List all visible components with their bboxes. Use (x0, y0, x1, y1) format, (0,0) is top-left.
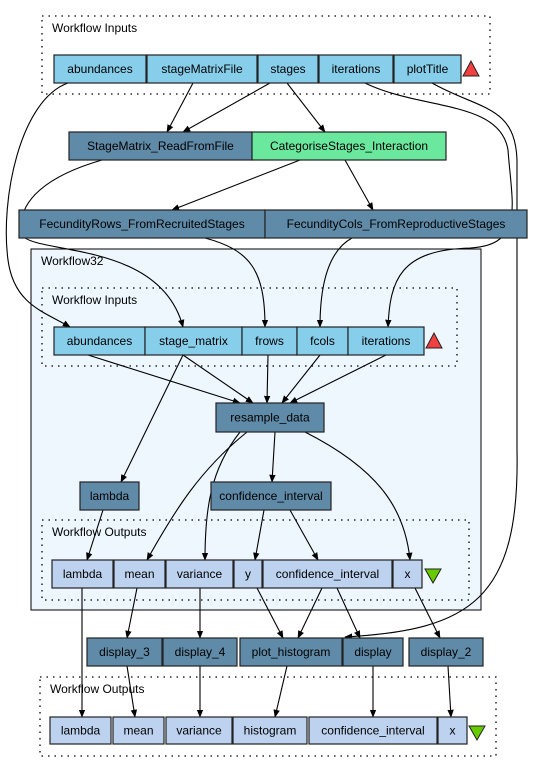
processor-categorisestages-interaction-label: CategoriseStages_Interaction (270, 139, 428, 153)
output-port-histogram[interactable]: histogram (232, 716, 308, 745)
nested-input-port-iterations[interactable]: iterations (347, 326, 425, 356)
input-port-stagematrixfile[interactable]: stageMatrixFile (146, 54, 258, 84)
input-port-plottitle-label: plotTitle (407, 62, 449, 76)
dataflow-edge (447, 665, 454, 718)
nested-output-port-y-label: y (245, 567, 251, 581)
processor-display-2-label: display_2 (421, 645, 472, 659)
dataflow-edge (182, 82, 271, 133)
processor-lambda-label: lambda (90, 489, 130, 503)
input-port-plottitle[interactable]: plotTitle (393, 54, 462, 84)
output-port-x[interactable]: x (437, 716, 468, 745)
processor-fecunditycols-label: FecundityCols_FromReproductiveStages (287, 217, 506, 231)
input-port-iterations[interactable]: iterations (318, 54, 394, 84)
processor-fecundityrows-label: FecundityRows_FromRecruitedStages (39, 217, 244, 231)
processor-display-4-label: display_4 (175, 645, 226, 659)
nested-input-port-fcols-label: fcols (310, 334, 335, 348)
input-port-stagematrixfile-label: stageMatrixFile (161, 62, 243, 76)
nested-output-port-variance[interactable]: variance (165, 559, 234, 589)
output-port-lambda-label: lambda (61, 724, 101, 738)
processor-confidence-interval[interactable]: confidence_interval (210, 481, 332, 511)
dataflow-edge (273, 665, 288, 718)
processor-display[interactable]: display (342, 637, 404, 667)
nested-workflow-workflow32-title: Workflow32 (41, 254, 104, 268)
processor-display-3-label: display_3 (99, 645, 150, 659)
nested-input-port-stage-matrix-label: stage_matrix (159, 334, 228, 348)
nested-output-port-x[interactable]: x (392, 559, 423, 589)
output-port-variance-label: variance (176, 724, 222, 738)
processor-confidence-interval-label: confidence_interval (219, 489, 322, 503)
processor-fecunditycols[interactable]: FecundityCols_FromReproductiveStages (264, 209, 528, 239)
output-port-lambda[interactable]: lambda (49, 716, 112, 745)
dataflow-edge (286, 82, 326, 133)
processor-categorisestages-interaction[interactable]: CategoriseStages_Interaction (251, 131, 447, 161)
nested-input-port-frows[interactable]: frows (241, 326, 298, 356)
nested-input-port-frows-label: frows (255, 334, 284, 348)
input-port-abundances-label: abundances (67, 62, 132, 76)
nested-output-port-confidence-interval[interactable]: confidence_interval (262, 559, 393, 589)
processor-display-3[interactable]: display_3 (86, 637, 163, 667)
processor-resample-data-label: resample_data (230, 411, 310, 425)
triangle-up-icon (462, 59, 480, 77)
output-port-variance[interactable]: variance (165, 716, 233, 745)
workflow-inputs-cluster-title: Workflow Inputs (52, 21, 137, 35)
processor-fecundityrows[interactable]: FecundityRows_FromRecruitedStages (18, 209, 266, 239)
output-port-mean[interactable]: mean (112, 716, 165, 745)
triangle-down-icon (468, 725, 486, 742)
nested-output-port-confidence-interval-label: confidence_interval (276, 567, 379, 581)
nested-input-port-iterations-label: iterations (362, 334, 411, 348)
nested-output-port-y[interactable]: y (233, 559, 263, 589)
processor-lambda[interactable]: lambda (79, 481, 140, 511)
nested-input-port-abundances-label: abundances (67, 334, 132, 348)
dataflow-edge (166, 82, 194, 133)
processor-plot-histogram-label: plot_histogram (252, 645, 331, 659)
processor-stagematrix-readfromfile[interactable]: StageMatrix_ReadFromFile (68, 131, 253, 161)
input-port-abundances[interactable]: abundances (53, 54, 147, 84)
processor-resample-data[interactable]: resample_data (215, 402, 325, 433)
nested-input-port-stage-matrix[interactable]: stage_matrix (144, 326, 243, 356)
processor-display-label: display (354, 645, 391, 659)
processor-display-2[interactable]: display_2 (408, 637, 484, 667)
output-port-confidence-interval-label: confidence_interval (321, 724, 424, 738)
input-port-stages[interactable]: stages (257, 54, 319, 84)
workflow-diagram: Workflow32 Workflow Inputs Workflow Inputs… (5, 15, 528, 757)
nested-workflow-outputs-cluster-title: Workflow Outputs (52, 525, 146, 539)
processor-stagematrix-readfromfile-label: StageMatrix_ReadFromFile (87, 139, 234, 153)
input-port-stages-label: stages (270, 62, 305, 76)
output-port-mean-label: mean (123, 724, 153, 738)
output-port-histogram-label: histogram (244, 724, 297, 738)
processor-plot-histogram[interactable]: plot_histogram (239, 637, 343, 667)
nested-output-port-x-label: x (405, 567, 411, 581)
nested-output-port-lambda[interactable]: lambda (51, 559, 114, 589)
output-port-confidence-interval[interactable]: confidence_interval (308, 716, 438, 745)
dataflow-edge (344, 159, 374, 211)
nested-input-port-abundances[interactable]: abundances (53, 326, 146, 356)
processor-display-4[interactable]: display_4 (162, 637, 238, 667)
nested-output-port-variance-label: variance (177, 567, 223, 581)
output-port-x-label: x (450, 724, 456, 738)
dataflow-edge (171, 159, 301, 211)
nested-workflow-inputs-cluster-title: Workflow Inputs (52, 293, 137, 307)
input-port-iterations-label: iterations (332, 62, 381, 76)
nested-input-port-fcols[interactable]: fcols (296, 326, 349, 356)
nested-output-port-lambda-label: lambda (63, 567, 103, 581)
nested-output-port-mean[interactable]: mean (113, 559, 166, 589)
nested-output-port-mean-label: mean (124, 567, 154, 581)
